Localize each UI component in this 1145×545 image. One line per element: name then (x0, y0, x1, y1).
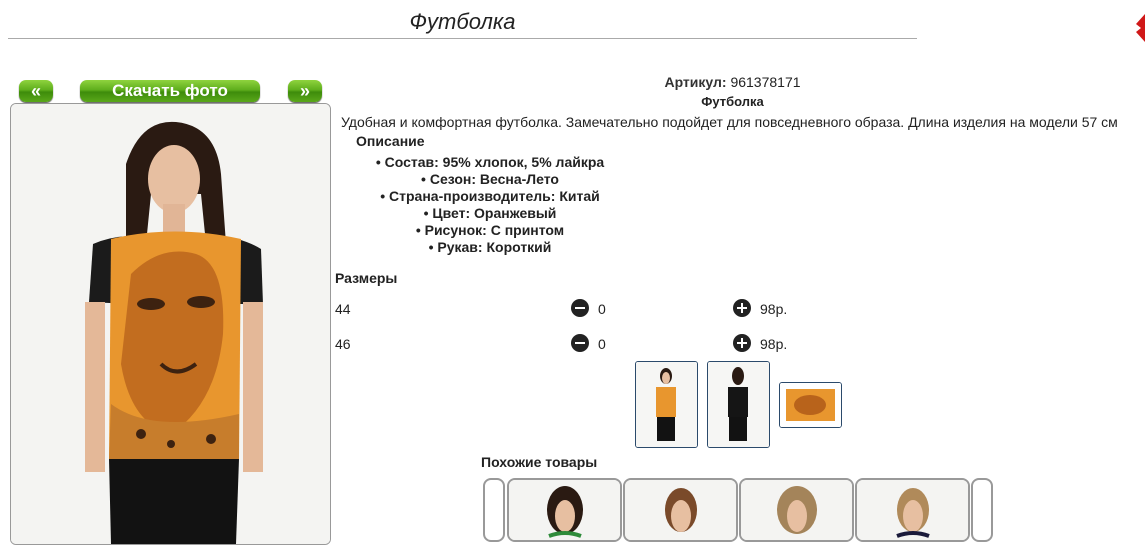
thumbnail-back-image (708, 362, 769, 447)
thumbnail-back[interactable] (707, 361, 770, 448)
thumbnail-detail-image (780, 383, 841, 427)
similar-item[interactable] (507, 478, 622, 542)
price-value: 98р. (760, 336, 788, 352)
property-item: Сезон: Весна-Лето (340, 171, 640, 188)
page-title: Футболка (8, 8, 917, 39)
property-item: Рукав: Короткий (340, 239, 640, 256)
size-value: 46 (335, 336, 351, 352)
similar-heading: Похожие товары (481, 454, 598, 470)
property-item: Состав: 95% хлопок, 5% лайкра (340, 154, 640, 171)
prev-photo-button[interactable]: « (19, 80, 53, 102)
plus-icon[interactable] (733, 334, 751, 352)
price-value: 98р. (760, 301, 788, 317)
similar-item-image (741, 480, 852, 540)
thumbnail-front-image (636, 362, 697, 447)
similar-scroll-right[interactable] (971, 478, 993, 542)
next-photo-button[interactable]: » (288, 80, 322, 102)
download-photo-button[interactable]: Скачать фото (80, 80, 260, 102)
plus-icon[interactable] (733, 299, 751, 317)
size-row: 46 0 98р. (335, 334, 1135, 356)
similar-item[interactable] (855, 478, 970, 542)
thumbnail-front[interactable] (635, 361, 698, 448)
property-list: Состав: 95% хлопок, 5% лайкра Сезон: Вес… (340, 154, 640, 256)
thumbnail-detail[interactable] (779, 382, 842, 428)
similar-item-image (857, 480, 968, 540)
property-item: Цвет: Оранжевый (340, 205, 640, 222)
size-row: 44 0 98р. (335, 299, 1135, 321)
property-item: Страна-производитель: Китай (340, 188, 640, 205)
sizes-heading: Размеры (335, 270, 398, 286)
product-name: Футболка (701, 94, 764, 109)
size-value: 44 (335, 301, 351, 317)
description-heading: Описание (356, 133, 425, 149)
model-photo-illustration (11, 104, 330, 544)
article-line: Артикул: 961378171 (330, 74, 1135, 90)
similar-item[interactable] (623, 478, 738, 542)
minus-icon[interactable] (571, 334, 589, 352)
similar-item-image (509, 480, 620, 540)
main-product-photo (10, 103, 331, 545)
product-description: Удобная и комфортная футболка. Замечател… (341, 114, 1118, 130)
quantity-value: 0 (598, 301, 606, 317)
similar-item-image (625, 480, 736, 540)
article-value: 961378171 (730, 74, 801, 90)
red-corner-icon (1136, 14, 1145, 42)
property-item: Рисунок: С принтом (340, 222, 640, 239)
quantity-value: 0 (598, 336, 606, 352)
article-label: Артикул: (664, 74, 727, 90)
minus-icon[interactable] (571, 299, 589, 317)
similar-scroll-left[interactable] (483, 478, 505, 542)
similar-item[interactable] (739, 478, 854, 542)
